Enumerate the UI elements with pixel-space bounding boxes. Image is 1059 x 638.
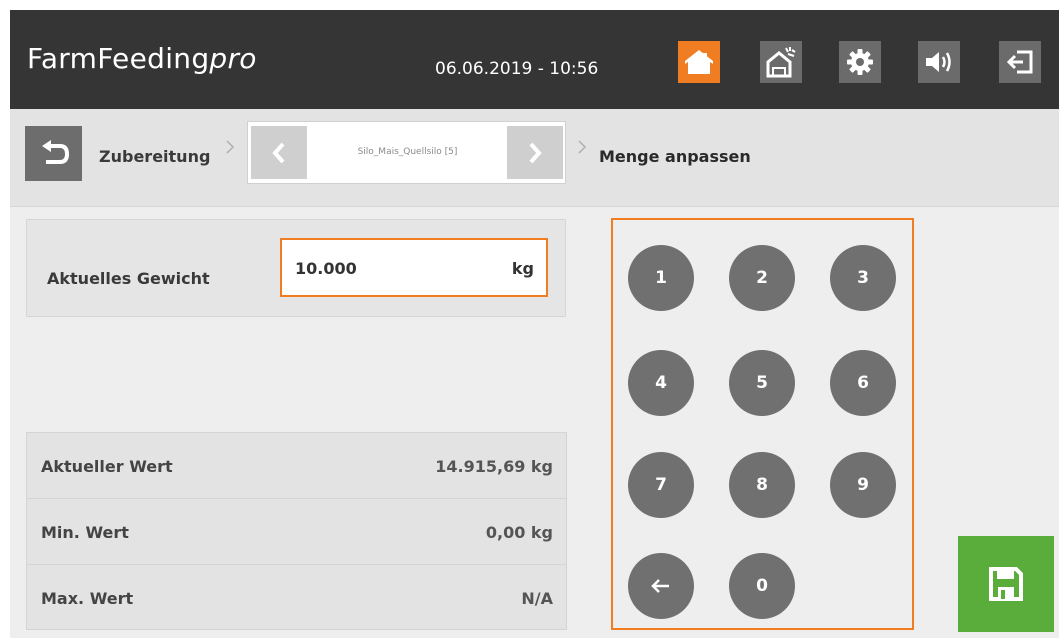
chevron-left-icon xyxy=(272,142,285,163)
info-label: Min. Wert xyxy=(41,523,129,542)
weight-panel: Aktuelles Gewicht 10.000 kg xyxy=(26,219,566,317)
datetime: 06.06.2019 - 10:56 xyxy=(435,59,599,79)
breadcrumb-parent[interactable]: Zubereitung xyxy=(99,147,210,166)
key-6[interactable]: 6 xyxy=(830,350,896,416)
brand-suffix: pro xyxy=(209,42,257,75)
logout-button[interactable] xyxy=(999,41,1041,83)
home-icon xyxy=(685,50,713,74)
chevron-right-icon xyxy=(578,140,587,154)
info-row-min: Min. Wert 0,00 kg xyxy=(27,499,566,565)
brand-main: FarmFeeding xyxy=(27,42,210,75)
weight-unit: kg xyxy=(511,259,534,278)
key-1[interactable]: 1 xyxy=(628,245,694,311)
gear-icon xyxy=(847,49,873,75)
info-row-current: Aktueller Wert 14.915,69 kg xyxy=(27,433,566,499)
key-4[interactable]: 4 xyxy=(628,350,694,416)
info-label: Aktueller Wert xyxy=(41,457,173,476)
weight-label: Aktuelles Gewicht xyxy=(47,269,210,288)
breadcrumb-current: Menge anpassen xyxy=(599,147,751,166)
key-8[interactable]: 8 xyxy=(729,452,795,518)
app-title: FarmFeedingpro xyxy=(27,42,257,75)
feed-barn-icon xyxy=(766,47,796,78)
speaker-icon xyxy=(926,52,951,72)
app-window: FarmFeedingpro 06.06.2019 - 10:56 Zubere… xyxy=(10,10,1059,638)
floppy-disk-icon xyxy=(989,567,1023,601)
home-button[interactable] xyxy=(678,41,720,83)
key-2[interactable]: 2 xyxy=(729,245,795,311)
silo-name: Silo_Mais_Quellsilo [5] xyxy=(357,147,458,157)
save-button[interactable] xyxy=(958,536,1054,632)
feed-barn-button[interactable] xyxy=(760,41,802,83)
top-bar: FarmFeedingpro 06.06.2019 - 10:56 xyxy=(10,10,1059,109)
key-5[interactable]: 5 xyxy=(729,350,795,416)
info-value: 14.915,69 kg xyxy=(435,457,553,476)
prev-silo-button[interactable] xyxy=(251,126,307,179)
backspace-key[interactable] xyxy=(628,553,694,619)
weight-input[interactable]: 10.000 kg xyxy=(280,238,548,297)
info-value: N/A xyxy=(521,589,553,608)
breadcrumb: Zubereitung Silo_Mais_Quellsilo [5] Meng… xyxy=(10,109,1059,207)
undo-arrow-icon xyxy=(41,139,69,164)
key-7[interactable]: 7 xyxy=(628,452,694,518)
chevron-right-icon xyxy=(529,142,542,163)
silo-selector: Silo_Mais_Quellsilo [5] xyxy=(247,121,566,184)
key-0[interactable]: 0 xyxy=(729,553,795,619)
info-label: Max. Wert xyxy=(41,589,134,608)
logout-icon xyxy=(1006,50,1033,74)
back-button[interactable] xyxy=(25,126,82,181)
weight-value: 10.000 xyxy=(295,259,357,278)
info-panel: Aktueller Wert 14.915,69 kg Min. Wert 0,… xyxy=(26,432,567,630)
sound-button[interactable] xyxy=(918,41,960,83)
backspace-arrow-icon xyxy=(651,579,669,593)
key-9[interactable]: 9 xyxy=(830,452,896,518)
info-row-max: Max. Wert N/A xyxy=(27,565,566,631)
info-value: 0,00 kg xyxy=(485,523,553,542)
numeric-keypad: 1 2 3 4 5 6 7 8 9 0 xyxy=(611,218,914,630)
next-silo-button[interactable] xyxy=(507,126,563,179)
key-3[interactable]: 3 xyxy=(830,245,896,311)
chevron-right-icon xyxy=(226,140,235,154)
settings-button[interactable] xyxy=(839,41,881,83)
